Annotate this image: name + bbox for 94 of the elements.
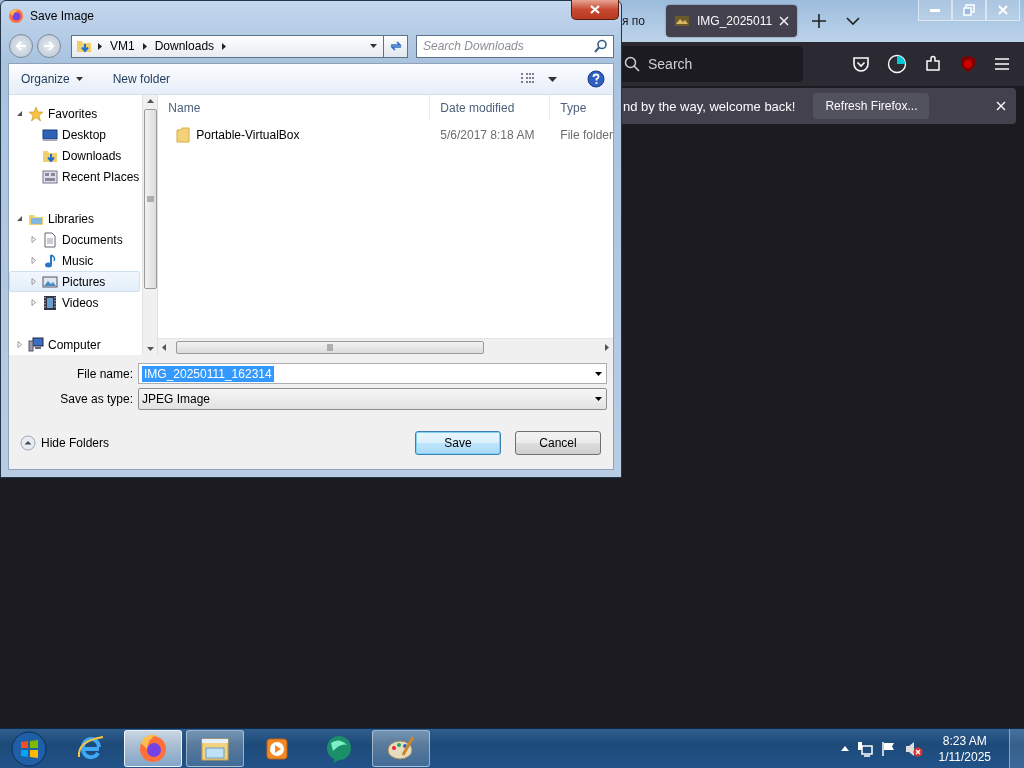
image-icon xyxy=(674,13,690,29)
document-icon xyxy=(42,231,58,248)
field-label: Save as type: xyxy=(59,392,133,406)
star-icon xyxy=(28,105,44,122)
grip-icon xyxy=(146,196,154,202)
clock[interactable]: 8:23 AM 1/11/2025 xyxy=(930,732,1001,765)
nav-item[interactable]: Music xyxy=(9,250,141,271)
caret-icon xyxy=(595,371,602,376)
scroll-up-icon[interactable] xyxy=(146,99,154,103)
chevron-down-icon[interactable] xyxy=(845,16,862,26)
notification-message: nd by the way, welcome back! xyxy=(622,98,796,114)
scroll-down-icon[interactable] xyxy=(146,347,154,351)
flag-icon[interactable] xyxy=(880,740,897,757)
arrow-icon xyxy=(43,41,55,51)
recent-icon xyxy=(42,168,58,185)
column-header[interactable]: Type xyxy=(550,95,613,120)
nav-item[interactable]: Downloads xyxy=(9,145,141,166)
view-list-icon[interactable] xyxy=(520,72,536,86)
desktop-icon xyxy=(42,126,58,143)
back-button[interactable] xyxy=(9,34,33,58)
firefox-icon xyxy=(8,8,24,24)
search-field[interactable]: Search xyxy=(622,46,803,82)
close-icon xyxy=(997,4,1009,16)
account-icon[interactable] xyxy=(887,54,907,74)
close-icon xyxy=(590,5,600,14)
dialog-button[interactable]: Save xyxy=(415,431,501,455)
window-title: Save Image xyxy=(30,9,95,23)
help-icon[interactable] xyxy=(587,70,605,88)
browser-tab[interactable]: IMG_2025011 xyxy=(666,5,798,37)
dialog-button[interactable]: Cancel xyxy=(515,431,601,455)
hide-folders-button[interactable]: Hide Folders xyxy=(20,435,110,451)
organize-menu[interactable]: Organize xyxy=(17,70,87,88)
show-desktop-button[interactable] xyxy=(1009,729,1024,768)
caret-icon xyxy=(75,77,83,81)
collapse-circle-icon xyxy=(20,435,36,451)
scroll-right-icon[interactable] xyxy=(605,343,609,351)
chevron-right-icon[interactable] xyxy=(141,41,148,51)
pocket-icon[interactable] xyxy=(852,56,870,72)
date-cell-text: 5/6/2017 8:18 AM xyxy=(439,128,536,142)
nav-item[interactable]: Pictures xyxy=(9,271,141,292)
new-folder-button[interactable]: New folder xyxy=(108,70,175,88)
restore-icon xyxy=(963,4,975,16)
computer-icon xyxy=(28,336,44,353)
folder-icon xyxy=(176,127,191,143)
nav-item[interactable]: Libraries xyxy=(9,208,141,229)
network-icon[interactable] xyxy=(856,740,873,757)
taskbar-button[interactable] xyxy=(372,730,430,767)
grip-icon xyxy=(327,343,334,351)
refresh-button[interactable]: Refresh Firefox... xyxy=(813,93,930,119)
videos-icon xyxy=(42,294,58,311)
search-icon xyxy=(594,39,608,53)
address-bar[interactable]: VM1 Downloads xyxy=(71,34,384,58)
close-icon[interactable] xyxy=(779,16,790,26)
search-icon xyxy=(624,56,640,72)
puzzle-icon[interactable] xyxy=(924,55,942,73)
close-button[interactable] xyxy=(571,0,619,20)
arrow-icon xyxy=(15,41,27,51)
pictures-icon xyxy=(42,273,58,290)
chevron-right-icon[interactable] xyxy=(221,41,228,51)
plus-icon[interactable] xyxy=(811,13,828,29)
caret-icon xyxy=(595,397,602,401)
field-label: File name: xyxy=(75,366,133,381)
forward-button[interactable] xyxy=(37,34,61,58)
shield-icon[interactable] xyxy=(959,55,977,73)
browser-tab[interactable]: я по xyxy=(622,14,666,28)
caret-icon[interactable] xyxy=(548,76,557,82)
taskbar-button[interactable] xyxy=(124,730,182,767)
folder-icon xyxy=(76,38,92,54)
nav-item[interactable]: Computer xyxy=(9,334,141,355)
close-icon[interactable] xyxy=(996,101,1006,111)
refresh-icon xyxy=(388,40,403,52)
taskbar-button[interactable] xyxy=(186,730,244,767)
refresh-button[interactable] xyxy=(384,34,408,58)
type-cell-text: File folder xyxy=(559,128,613,142)
muted-speaker-icon[interactable] xyxy=(904,740,923,757)
music-icon xyxy=(42,252,58,269)
file-item[interactable]: Portable-VirtualBox xyxy=(158,127,431,143)
horizontal-scrollbar[interactable] xyxy=(158,338,613,355)
nav-item[interactable]: Documents xyxy=(9,229,141,250)
menu-icon[interactable] xyxy=(994,57,1010,71)
column-header[interactable]: Name xyxy=(158,95,431,120)
chevron-right-icon[interactable] xyxy=(97,41,103,51)
nav-item[interactable]: Videos xyxy=(9,292,141,313)
breadcrumb-item[interactable]: Downloads xyxy=(152,39,217,53)
nav-item[interactable]: Recent Places xyxy=(9,166,141,187)
file-type-dropdown[interactable]: JPEG Image xyxy=(138,388,607,410)
up-arrow-icon[interactable] xyxy=(840,746,849,751)
breadcrumb-item[interactable]: VM1 xyxy=(108,39,137,53)
caret-icon[interactable] xyxy=(370,44,377,48)
nav-item[interactable]: Desktop xyxy=(9,124,141,145)
column-header[interactable]: Date modified xyxy=(430,95,551,120)
nav-item[interactable]: Favorites xyxy=(9,103,141,124)
vertical-scrollbar[interactable] xyxy=(142,95,158,355)
scroll-left-icon[interactable] xyxy=(162,343,167,351)
